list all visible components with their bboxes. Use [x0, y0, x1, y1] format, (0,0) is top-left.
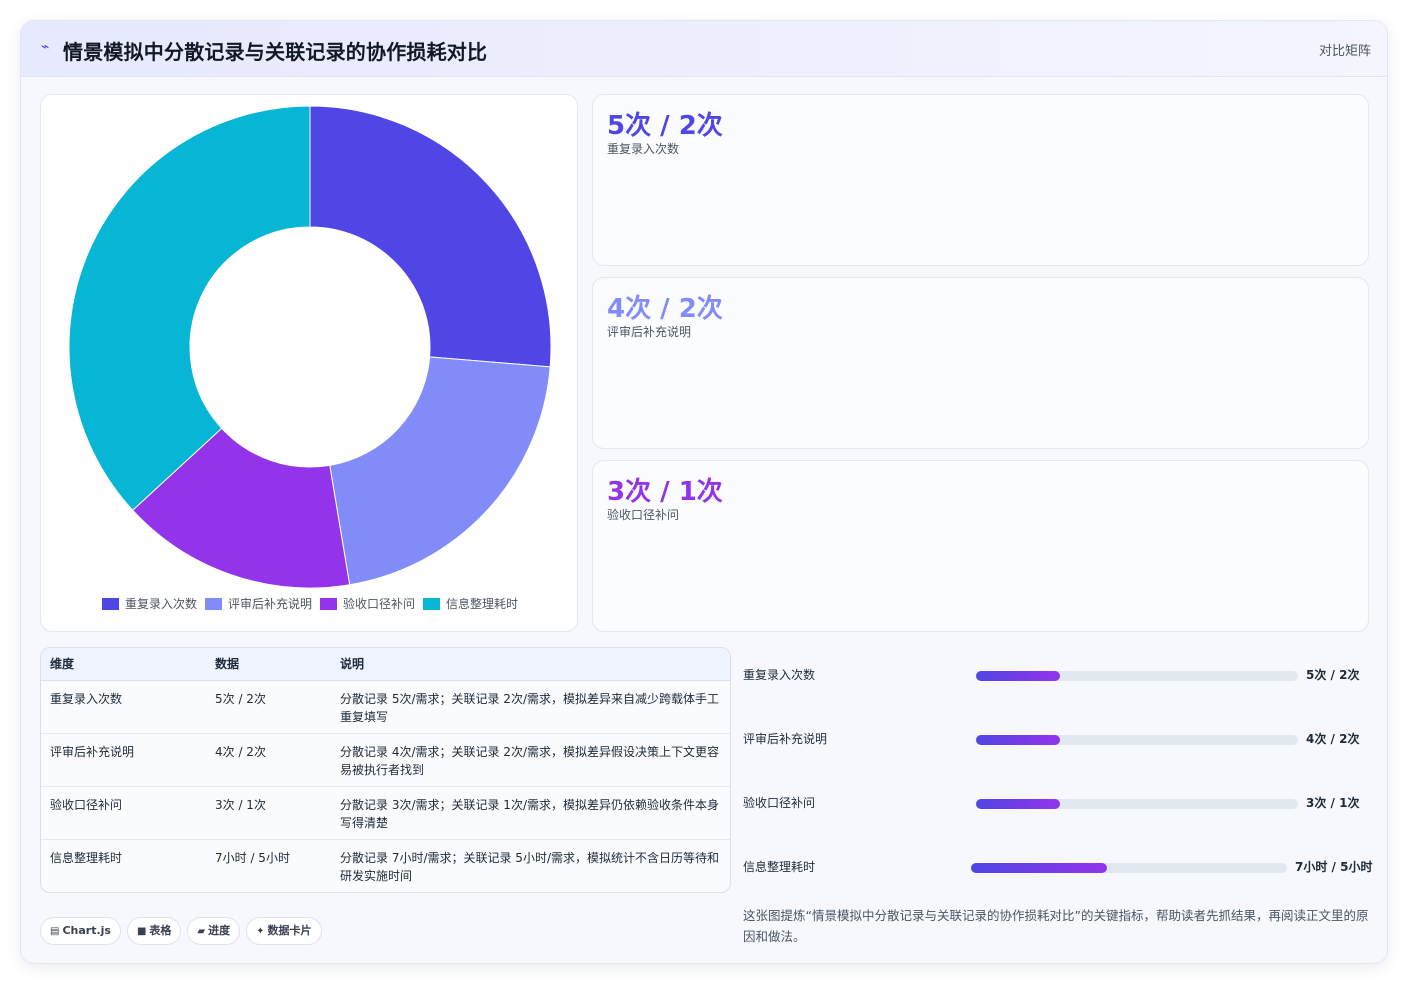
stat-value: 4次 / 2次: [607, 294, 723, 324]
donut-slice-3[interactable]: [68, 105, 311, 511]
legend-label: 验收口径补问: [343, 597, 416, 611]
progress-track: [976, 799, 1298, 809]
progress-row: 信息整理耗时 7小时 / 5小时: [743, 858, 1373, 878]
legend-swatch: [101, 598, 119, 610]
progress-label: 信息整理耗时: [743, 860, 816, 874]
progress-row: 评审后补充说明 4次 / 2次: [743, 730, 1373, 750]
donut-chart-card: 重复录入次数 评审后补充说明 验收口径补问 信息整理耗时: [40, 94, 578, 632]
table-cell: 3次 / 1次: [206, 786, 331, 840]
tag-table[interactable]: ■ 表格: [126, 917, 182, 945]
table-cell: 验收口径补问: [41, 786, 206, 840]
progress-label: 评审后补充说明: [743, 732, 828, 746]
legend-label: 信息整理耗时: [446, 597, 519, 611]
tag-label: 进度: [208, 924, 231, 937]
legend-swatch: [423, 598, 441, 610]
progress-value: 7小时 / 5小时: [1295, 860, 1373, 874]
table-row: 评审后补充说明 4次 / 2次 分散记录 4次/需求；关联记录 2次/需求，模拟…: [41, 733, 730, 787]
stat-label: 评审后补充说明: [607, 325, 692, 339]
legend-swatch: [204, 598, 222, 610]
card-icon: ✦: [256, 926, 265, 937]
progress-track: [971, 863, 1287, 873]
table-cell: 7小时 / 5小时: [215, 850, 290, 865]
tag-chartjs[interactable]: ▤ Chart.js: [40, 917, 121, 945]
progress-track: [976, 735, 1298, 745]
table-cell: 分散记录 3次/需求；关联记录 1次/需求，模拟差异仍依赖验收条件本身写得清楚: [331, 786, 730, 840]
legend-item[interactable]: 信息整理耗时: [423, 595, 518, 612]
tag-list: ▤ Chart.js ■ 表格 ▰ 进度 ✦ 数据卡片: [40, 917, 328, 947]
comparison-panel: ⌁ 情景模拟中分散记录与关联记录的协作损耗对比 对比矩阵 重复录入次数 评审后补充…: [20, 20, 1388, 964]
progress-value: 4次 / 2次: [1306, 732, 1360, 746]
progress-fill: [976, 799, 1060, 809]
page-title: 情景模拟中分散记录与关联记录的协作损耗对比: [63, 40, 488, 64]
progress-list: 重复录入次数 5次 / 2次 评审后补充说明 4次 / 2次 验收口径补问 3次…: [743, 647, 1373, 897]
table-header-description: 说明: [331, 648, 730, 681]
legend-item[interactable]: 验收口径补问: [320, 595, 415, 612]
progress-fill: [976, 671, 1060, 681]
legend-item[interactable]: 重复录入次数: [101, 595, 197, 612]
stat-label: 验收口径补问: [607, 508, 680, 522]
tag-progress[interactable]: ▰ 进度: [187, 917, 241, 945]
donut-slice-1[interactable]: [329, 356, 551, 586]
progress-label: 重复录入次数: [743, 668, 816, 682]
table-header-dimension: 维度: [41, 648, 206, 681]
data-table: 维度 数据 说明 重复录入次数 5次 / 2次 分散记录 5次/需求；关联记录 …: [40, 647, 731, 893]
table-cell: 4次 / 2次: [206, 733, 331, 787]
progress-value: 3次 / 1次: [1306, 796, 1360, 810]
progress-label: 验收口径补问: [743, 796, 816, 810]
table-row: 信息整理耗时 7小时 / 5小时 分散记录 7小时/需求；关联记录 5小时/需求…: [41, 839, 730, 892]
table-icon: ■: [136, 926, 147, 937]
footnote: 这张图提炼“情景模拟中分散记录与关联记录的协作损耗对比”的关键指标，帮助读者先抓…: [743, 908, 1369, 944]
panel-header: ⌁ 情景模拟中分散记录与关联记录的协作损耗对比 对比矩阵: [21, 21, 1387, 77]
sparkle-line-icon: ⌁: [41, 39, 50, 55]
chart-legend: 重复录入次数 评审后补充说明 验收口径补问 信息整理耗时: [41, 595, 579, 612]
header-badge: 对比矩阵: [1318, 44, 1371, 59]
stat-value: 3次 / 1次: [607, 477, 723, 507]
table-cell: 信息整理耗时: [50, 850, 123, 865]
table-cell: 5次 / 2次: [206, 680, 331, 734]
progress-fill: [971, 863, 1107, 873]
donut-slice-0[interactable]: [309, 105, 552, 368]
table-row: 重复录入次数 5次 / 2次 分散记录 5次/需求；关联记录 2次/需求，模拟差…: [41, 680, 730, 734]
stat-card-duplicate-entry: 5次 / 2次 重复录入次数: [592, 94, 1369, 266]
table-cell: 分散记录 7小时/需求；关联记录 5小时/需求，模拟统计不含日历等待和研发实施时…: [340, 850, 719, 883]
legend-label: 重复录入次数: [124, 597, 197, 611]
table-cell: 重复录入次数: [41, 680, 206, 734]
progress-fill: [976, 735, 1060, 745]
tag-label: Chart.js: [62, 924, 111, 937]
table-cell: 分散记录 5次/需求；关联记录 2次/需求，模拟差异来自减少跨载体手工重复填写: [331, 680, 730, 734]
legend-swatch: [320, 598, 337, 610]
chart-icon: ▤: [50, 926, 60, 937]
table-header-data: 数据: [206, 648, 331, 681]
table-cell: 评审后补充说明: [41, 733, 206, 787]
tag-data-card[interactable]: ✦ 数据卡片: [246, 917, 322, 945]
progress-row: 重复录入次数 5次 / 2次: [743, 666, 1373, 686]
table-row: 验收口径补问 3次 / 1次 分散记录 3次/需求；关联记录 1次/需求，模拟差…: [41, 786, 730, 840]
stat-value: 5次 / 2次: [607, 111, 723, 141]
tag-label: 数据卡片: [267, 924, 312, 937]
donut-chart: [68, 105, 552, 589]
stat-label: 重复录入次数: [607, 142, 680, 156]
tag-label: 表格: [149, 924, 172, 937]
stat-card-acceptance-query: 3次 / 1次 验收口径补问: [592, 460, 1369, 632]
progress-row: 验收口径补问 3次 / 1次: [743, 794, 1373, 814]
progress-icon: ▰: [197, 926, 206, 937]
legend-item[interactable]: 评审后补充说明: [204, 595, 312, 612]
legend-label: 评审后补充说明: [227, 597, 312, 611]
table-header-row: 维度 数据 说明: [41, 648, 730, 681]
table-cell: 分散记录 4次/需求；关联记录 2次/需求，模拟差异假设决策上下文更容易被执行者…: [331, 733, 730, 787]
progress-track: [976, 671, 1298, 681]
stat-card-review-supplement: 4次 / 2次 评审后补充说明: [592, 277, 1369, 449]
progress-value: 5次 / 2次: [1306, 668, 1360, 682]
